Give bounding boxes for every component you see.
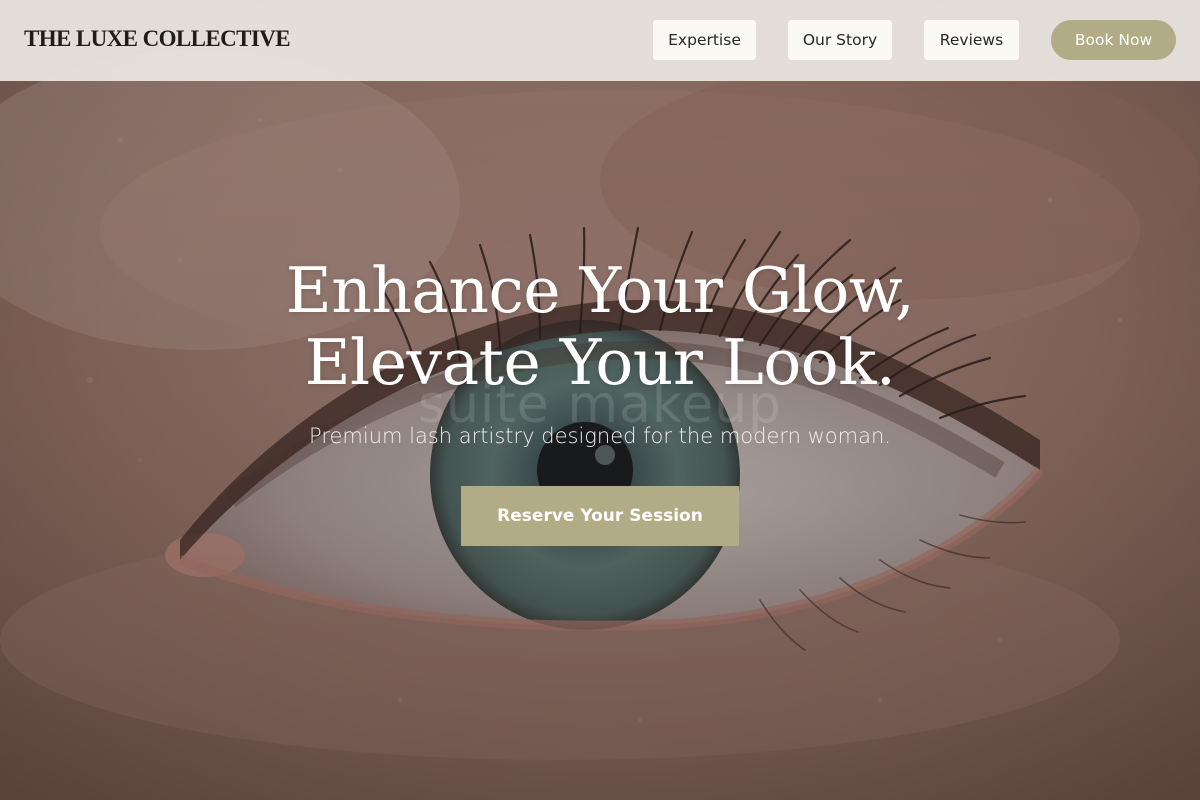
nav-item-our-story[interactable]: Our Story — [788, 20, 892, 60]
hero-subtitle: Premium lash artistry designed for the m… — [309, 424, 891, 448]
nav-item-expertise[interactable]: Expertise — [653, 20, 756, 60]
book-now-button[interactable]: Book Now — [1051, 20, 1176, 60]
nav-item-reviews[interactable]: Reviews — [924, 20, 1019, 60]
brand-logo[interactable]: THE LUXE COLLECTIVE — [24, 26, 291, 52]
site-header: THE LUXE COLLECTIVE Expertise Our Story … — [0, 0, 1200, 81]
reserve-session-button[interactable]: Reserve Your Session — [461, 486, 739, 546]
hero-headline-line1: Enhance Your Glow, — [285, 254, 915, 327]
